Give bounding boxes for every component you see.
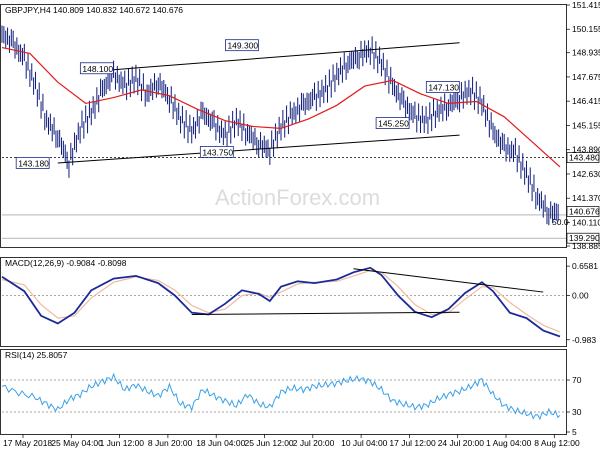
price-annotation-label: 143.180 bbox=[18, 158, 49, 168]
price-tick-label: 146.415 bbox=[572, 96, 600, 106]
time-tick-label: 8 Jun 20:00 bbox=[148, 438, 193, 448]
rsi-line bbox=[1, 372, 561, 421]
macd-line bbox=[1, 266, 561, 338]
forex-chart: 151.415 150.155 148.935 147.675 146.415 145.1… bbox=[0, 0, 600, 448]
price-annotations: 148.100 149.300 143.180 143.750 147.130 145.2… bbox=[15, 39, 460, 169]
price-annotation-label: 143.750 bbox=[202, 147, 233, 157]
rsi-tick-label: 5 bbox=[572, 427, 577, 437]
price-tick-label: 140.110 bbox=[572, 217, 600, 227]
macd-tick-label: 0.6581 bbox=[572, 261, 598, 271]
macd-trendline bbox=[353, 268, 544, 293]
time-tick-label: 24 Jul 20:00 bbox=[438, 438, 485, 448]
price-title: GBPJPY,H4 140.809 140.832 140.672 140.67… bbox=[5, 5, 183, 15]
price-tick-label: 141.370 bbox=[572, 193, 600, 203]
price-tick-label: 147.675 bbox=[572, 72, 600, 82]
time-tick-label: 1 Jun 12:00 bbox=[100, 438, 145, 448]
macd-title: MACD(12,26,9) -0.9084 -0.8098 bbox=[5, 258, 127, 268]
macd-panel-frame bbox=[0, 257, 567, 347]
macd-tick-label: -0.983 bbox=[572, 335, 596, 345]
level-price-tag: 139.290 bbox=[569, 233, 600, 243]
price-tick-label: 148.935 bbox=[572, 48, 600, 58]
rsi-title: RSI(14) 25.8057 bbox=[5, 350, 68, 360]
time-tick-label: 8 Aug 12:00 bbox=[534, 438, 580, 448]
price-tick-label: 142.630 bbox=[572, 169, 600, 179]
price-annotation-label: 145.250 bbox=[378, 119, 409, 129]
last-price-tag: 140.676 bbox=[569, 207, 600, 217]
time-tick-label: 18 Jun 04:00 bbox=[196, 438, 245, 448]
rsi-panel: 70 30 5 bbox=[1, 372, 582, 437]
time-tick-label: 25 Jun 12:00 bbox=[245, 438, 294, 448]
price-tick-label: 151.415 bbox=[572, 0, 600, 10]
macd-panel: 0.6581 0.00 -0.983 bbox=[1, 261, 598, 345]
price-annotation-label: 148.100 bbox=[82, 64, 113, 74]
time-tick-label: 25 May 04:00 bbox=[51, 438, 103, 448]
macd-tick-label: 0.00 bbox=[572, 291, 589, 301]
rsi-tick-label: 70 bbox=[572, 375, 582, 385]
price-tick-label: 145.155 bbox=[572, 120, 600, 130]
price-trendline bbox=[113, 42, 460, 71]
rsi-tick-label: 30 bbox=[572, 407, 582, 417]
watermark: ActionForex.com bbox=[215, 185, 380, 210]
price-panel-frame bbox=[0, 4, 567, 248]
time-tick-label: 10 Jul 04:00 bbox=[341, 438, 388, 448]
price-annotation-label: 149.300 bbox=[227, 41, 258, 51]
price-annotation-label: 147.130 bbox=[428, 82, 459, 92]
time-tick-label: 17 May 2018 bbox=[3, 438, 52, 448]
time-tick-label: 2 Jul 20:00 bbox=[293, 438, 335, 448]
level-price-tag: 143.480 bbox=[569, 153, 600, 163]
time-axis: 17 May 2018 25 May 04:001 Jun 12:00 8 Jun … bbox=[3, 434, 580, 448]
price-trendline bbox=[57, 134, 460, 164]
time-tick-label: 1 Aug 04:00 bbox=[486, 438, 532, 448]
macd-signal-line bbox=[1, 269, 561, 333]
time-tick-label: 17 Jul 12:00 bbox=[389, 438, 436, 448]
price-tick-label: 150.155 bbox=[572, 24, 600, 34]
